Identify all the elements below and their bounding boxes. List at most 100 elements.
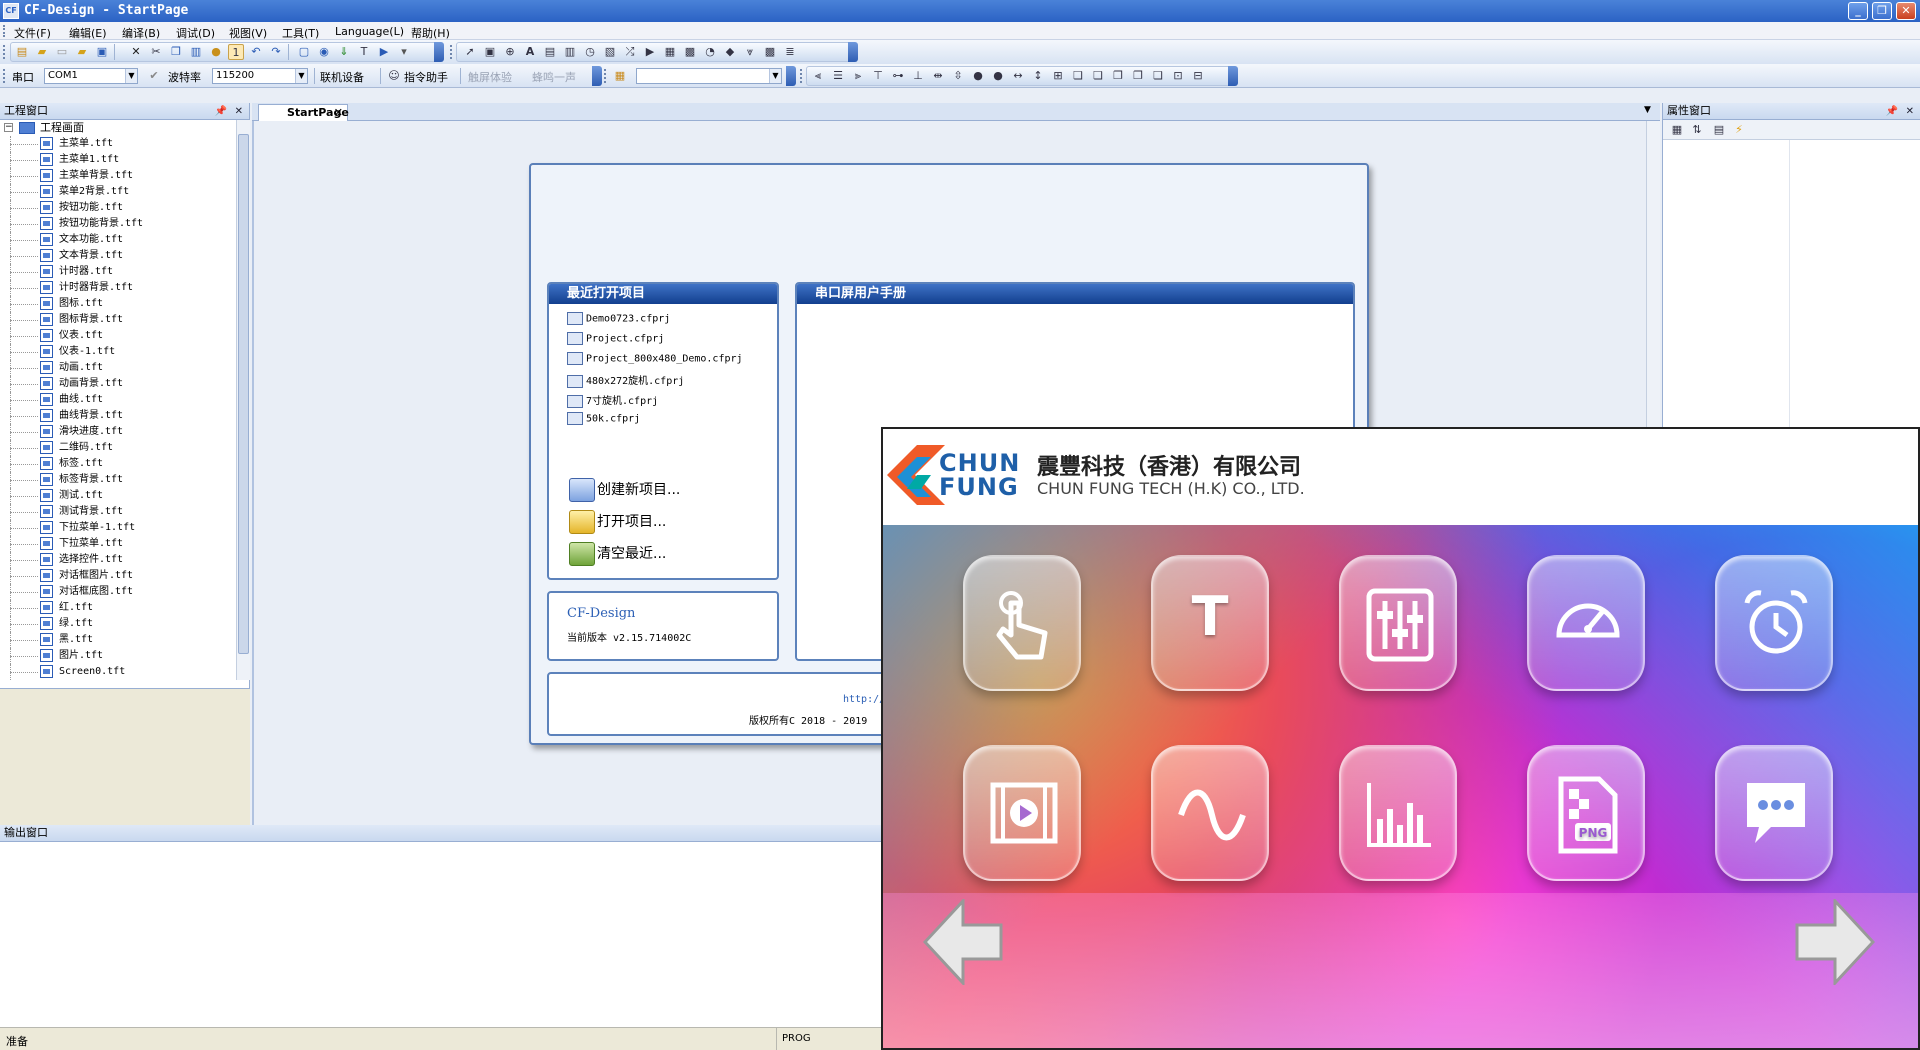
redo-icon[interactable]: ↷ [268, 44, 284, 60]
page-number-icon[interactable]: 1 [228, 44, 244, 60]
text-button[interactable]: T [1151, 555, 1269, 691]
picture-icon[interactable]: ▧ [602, 44, 618, 60]
pin-icon[interactable]: 📌 [1886, 104, 1898, 120]
cut-icon[interactable]: ✂ [148, 44, 164, 60]
delete-icon[interactable]: ✕ [128, 44, 144, 60]
text-tool-icon[interactable]: T [356, 44, 372, 60]
group-icon[interactable]: ❐ [1130, 68, 1146, 84]
window-icon[interactable]: ▢ [296, 44, 312, 60]
list-icon[interactable]: ≣ [782, 44, 798, 60]
video-button[interactable] [963, 745, 1081, 881]
tree-scrollbar[interactable] [236, 120, 250, 680]
close-icon[interactable]: ✕ [1906, 104, 1914, 120]
tag-icon[interactable]: ◆ [722, 44, 738, 60]
align-top-icon[interactable]: ⊤ [870, 68, 886, 84]
lock-layout-icon[interactable]: ⊟ [1190, 68, 1206, 84]
chart-button[interactable] [1339, 745, 1457, 881]
menu-edit[interactable]: 编辑(E) [69, 25, 107, 41]
categorized-icon[interactable]: ▦ [1669, 122, 1685, 138]
globe-icon[interactable]: ◉ [316, 44, 332, 60]
restore-button[interactable]: ❐ [1872, 2, 1892, 20]
run-icon[interactable]: ▶ [376, 44, 392, 60]
menu-debug[interactable]: 调试(D) [176, 25, 215, 41]
gauge-button[interactable] [1527, 555, 1645, 691]
paste-icon[interactable]: ▥ [188, 44, 204, 60]
clear-recent-button[interactable]: 清空最近... [569, 542, 666, 566]
chart-icon[interactable]: ▦ [662, 44, 678, 60]
open-folder-icon[interactable]: ▰ [34, 44, 50, 60]
toolbar-overflow[interactable] [592, 66, 602, 86]
recent-project-item[interactable]: Demo0723.cfprj [567, 312, 670, 325]
menu-build[interactable]: 编译(B) [122, 25, 160, 41]
close-icon[interactable]: ✕ [334, 105, 343, 120]
bring-front-icon[interactable]: ● [970, 68, 986, 84]
recent-project-item[interactable]: 7寸旋机.cfprj [567, 392, 658, 408]
shuffle-icon[interactable]: ⤮ [622, 44, 638, 60]
align-middle-icon[interactable]: ⊶ [890, 68, 906, 84]
toolbar-overflow[interactable] [786, 66, 796, 86]
label-tool-icon[interactable]: A [522, 44, 538, 60]
filter-icon[interactable]: ⩔ [742, 44, 758, 60]
previous-page-arrow-icon[interactable] [923, 899, 1003, 985]
same-size-icon[interactable]: ⊞ [1050, 68, 1066, 84]
slider-button[interactable] [1339, 555, 1457, 691]
resize-icon[interactable]: ⊡ [1170, 68, 1186, 84]
menu-view[interactable]: 视图(V) [229, 25, 267, 41]
check-icon[interactable]: ✔ [146, 68, 162, 84]
copy-icon[interactable]: ❐ [168, 44, 184, 60]
image-button[interactable]: PNG [1527, 745, 1645, 881]
grid-icon[interactable]: ▩ [682, 44, 698, 60]
undo-icon[interactable]: ↶ [248, 44, 264, 60]
property-pages-icon[interactable]: ▤ [1711, 122, 1727, 138]
gauge-icon[interactable]: ◔ [702, 44, 718, 60]
ungroup-icon[interactable]: ❏ [1150, 68, 1166, 84]
menu-help[interactable]: 帮助(H) [411, 25, 450, 41]
menu-tools[interactable]: 工具(T) [282, 25, 319, 41]
align-center-icon[interactable]: ☰ [830, 68, 846, 84]
events-icon[interactable]: ⚡ [1731, 122, 1747, 138]
menu-file[interactable]: 文件(F) [14, 25, 51, 41]
curve-button[interactable] [1151, 745, 1269, 881]
layer-down-icon[interactable]: ❐ [1110, 68, 1126, 84]
port-select[interactable]: COM1 ▼ [44, 68, 138, 84]
close-button[interactable]: ✕ [1896, 2, 1916, 20]
tab-startpage[interactable]: StartPage ✕ [258, 104, 349, 121]
lock-icon[interactable]: ● [208, 44, 224, 60]
minimize-button[interactable]: _ [1848, 2, 1868, 20]
send-back-icon[interactable]: ● [990, 68, 1006, 84]
align-bottom-icon[interactable]: ⊥ [910, 68, 926, 84]
page-select[interactable]: ▼ [636, 68, 782, 84]
settings-icon[interactable]: ▾ [396, 44, 412, 60]
new-project-button[interactable]: 创建新项目... [569, 478, 680, 502]
toolbar-overflow[interactable] [1228, 66, 1238, 86]
recent-project-item[interactable]: 480x272旋机.cfprj [567, 372, 684, 388]
same-width-icon[interactable]: ↔ [1010, 68, 1026, 84]
target-icon[interactable]: ⊕ [502, 44, 518, 60]
close-icon[interactable]: ✕ [235, 104, 243, 120]
dialog-button[interactable] [1715, 745, 1833, 881]
layer-up-icon[interactable]: ❏ [1090, 68, 1106, 84]
distribute-h-icon[interactable]: ⇹ [930, 68, 946, 84]
next-page-arrow-icon[interactable] [1795, 899, 1875, 985]
alarm-button[interactable] [1715, 555, 1833, 691]
command-assistant-button[interactable]: 指令助手 [404, 69, 448, 85]
close-file-icon[interactable]: ▭ [54, 44, 70, 60]
download-icon[interactable]: ⇓ [336, 44, 352, 60]
frame-icon[interactable]: ▣ [482, 44, 498, 60]
touch-button[interactable] [963, 555, 1081, 691]
open-project-icon[interactable]: ▰ [74, 44, 90, 60]
menu-language[interactable]: Language(L) [335, 25, 404, 38]
align-right-icon[interactable]: ⫸ [850, 68, 866, 84]
textbox-icon[interactable]: ▤ [542, 44, 558, 60]
clock-icon[interactable]: ◷ [582, 44, 598, 60]
tab-list-icon[interactable]: ▼ [1644, 105, 1651, 115]
recent-project-item[interactable]: Project.cfprj [567, 332, 664, 345]
toolbar-overflow[interactable] [848, 42, 858, 62]
pointer-icon[interactable]: ➚ [462, 44, 478, 60]
progress-icon[interactable]: ▥ [562, 44, 578, 60]
collapse-icon[interactable]: − [4, 123, 13, 132]
layer-icon[interactable]: ❏ [1070, 68, 1086, 84]
new-file-icon[interactable]: ▤ [14, 44, 30, 60]
save-icon[interactable]: ▣ [94, 44, 110, 60]
recent-project-item[interactable]: 50k.cfprj [567, 412, 640, 425]
